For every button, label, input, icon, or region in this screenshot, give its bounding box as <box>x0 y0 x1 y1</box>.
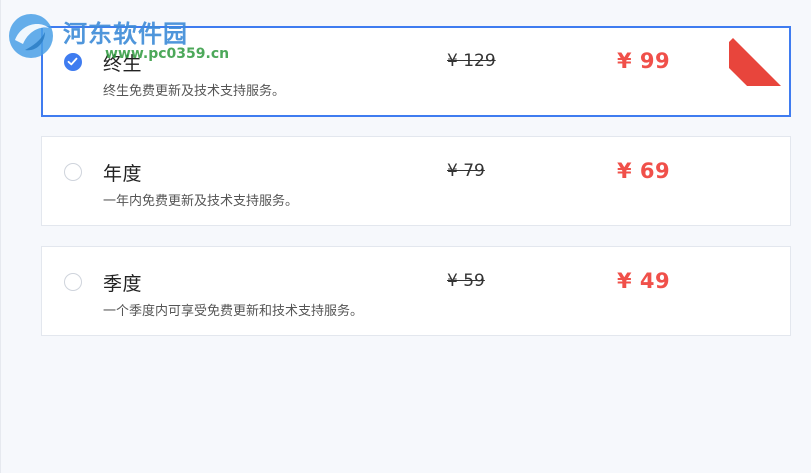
site-watermark: 河东软件园 www.pc0359.cn <box>5 10 229 62</box>
plan-name: 年度 <box>103 163 143 185</box>
plan-description: 终生免费更新及技术支持服务。 <box>103 84 286 99</box>
radio-unchecked[interactable] <box>64 273 82 291</box>
ribbon-band <box>729 38 791 86</box>
fire-icon <box>765 37 773 50</box>
plan-option-quarterly[interactable]: 季度 一个季度内可享受免费更新和技术支持服务。 ¥ 59 ¥ 49 <box>41 246 791 336</box>
plan-price: ¥ 69 <box>617 159 671 183</box>
plan-original-price: ¥ 129 <box>447 51 496 71</box>
plan-selection-panel: 终生 终生免费更新及技术支持服务。 ¥ 129 ¥ 99 年度 一年内免费更新及… <box>0 0 811 473</box>
watermark-title: 河东软件园 <box>63 19 188 48</box>
plan-price: ¥ 49 <box>617 269 671 293</box>
plan-original-price: ¥ 79 <box>447 161 485 181</box>
watermark-url: www.pc0359.cn <box>105 46 230 62</box>
hot-ribbon <box>729 24 791 86</box>
plan-price: ¥ 99 <box>617 49 671 73</box>
plan-original-price: ¥ 59 <box>447 271 485 291</box>
plan-description: 一个季度内可享受免费更新和技术支持服务。 <box>103 304 364 319</box>
radio-unchecked[interactable] <box>64 163 82 181</box>
plan-description: 一年内免费更新及技术支持服务。 <box>103 194 299 209</box>
plan-name: 季度 <box>103 273 143 295</box>
plan-option-annual[interactable]: 年度 一年内免费更新及技术支持服务。 ¥ 79 ¥ 69 <box>41 136 791 226</box>
watermark-logo-icon <box>9 14 53 58</box>
